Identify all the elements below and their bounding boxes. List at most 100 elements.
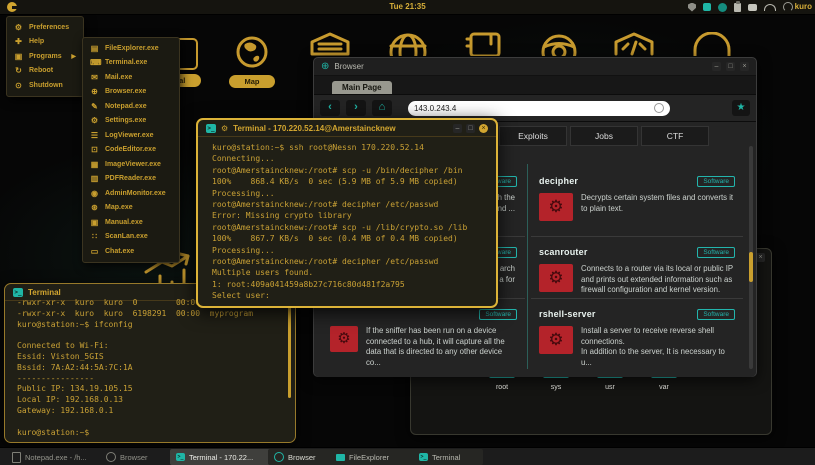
browser-tab-mainpage[interactable]: Main Page (332, 81, 392, 94)
submenu-arrow-icon: ▶ (71, 53, 76, 60)
software-badge: Software (697, 175, 735, 187)
scanlan-icon: ∷ (91, 232, 98, 242)
menu-item-help[interactable]: ✚ Help (7, 35, 83, 50)
username[interactable]: kuro (795, 2, 812, 11)
headset-icon[interactable] (783, 2, 793, 12)
close-button[interactable]: × (740, 62, 749, 71)
submenu-item-chat[interactable]: ▭ Chat.exe (83, 244, 179, 259)
app-circle-icon[interactable] (718, 2, 727, 12)
taskbar-label: Browser (120, 452, 148, 462)
submenu-item-adminmonitor[interactable]: ◉ AdminMonitor.exe (83, 186, 179, 201)
submenu-item-scanlan[interactable]: ∷ ScanLan.exe (83, 230, 179, 245)
adminmonitor-icon: ◉ (91, 188, 98, 198)
home-button[interactable]: ⌂ (372, 100, 392, 116)
software-card-scanrouter[interactable]: scanrouter Software ⚙ Connects to a rout… (531, 236, 743, 298)
taskbar-item-terminal-2[interactable]: >_ Terminal (413, 449, 483, 465)
desktop: >_ Terminal Map ks.exe (0, 0, 815, 465)
submenu-item-mail[interactable]: ✉ Mail.exe (83, 70, 179, 85)
codeeditor-icon: ⊡ (91, 145, 98, 155)
gear-icon: ⚙ (14, 22, 23, 32)
terminal-small-output[interactable]: -rwxr-xr-x kuro kuro 0 00:00 -rwxr-xr-x … (17, 298, 283, 438)
software-title: decipher (539, 176, 579, 186)
software-gear-icon: ⚙ (539, 326, 573, 354)
back-button[interactable]: ‹ (320, 100, 340, 116)
wifi-icon[interactable] (764, 3, 776, 11)
mail-icon: ✉ (91, 72, 98, 82)
software-description: Connects to a router via its local or pu… (581, 264, 734, 294)
terminal-window-main[interactable]: >_ ⚙ Terminal - 170.220.52.14@Amerstainc… (196, 118, 498, 308)
taskbar-item-notepad[interactable]: Notepad.exe - /h... (6, 449, 104, 465)
taskbar-item-terminal-main[interactable]: >_ Terminal - 170.22... (170, 449, 274, 465)
top-bar: Tue 21:35 kuro (0, 0, 815, 15)
submenu-item-notepad[interactable]: ✎ Notepad.exe (83, 99, 179, 114)
window-title: Terminal (28, 287, 61, 297)
site-tab-ctf[interactable]: CTF (641, 126, 709, 146)
terminal-main-titlebar[interactable]: >_ ⚙ Terminal - 170.220.52.14@Amerstainc… (198, 120, 496, 137)
submenu-item-pdfreader[interactable]: ▥ PDFReader.exe (83, 172, 179, 187)
minimize-button[interactable]: – (453, 123, 462, 133)
menu-item-programs[interactable]: ▣ Programs ▶ (7, 49, 83, 64)
browser-scrollbar-thumb[interactable] (749, 252, 753, 282)
window-title: Terminal - 170.220.52.14@Amerstaincknew (233, 123, 396, 133)
submenu-label: CodeEditor.exe (105, 146, 156, 154)
terminal-icon: >_ (206, 123, 216, 133)
settings-icon: ⚙ (90, 116, 99, 126)
submenu-item-map[interactable]: ⊛ Map.exe (83, 201, 179, 216)
submenu-item-browser[interactable]: ⊕ Browser.exe (83, 85, 179, 100)
submenu-item-manual[interactable]: ▣ Manual.exe (83, 215, 179, 230)
minimize-button[interactable]: – (712, 62, 721, 71)
url-bar[interactable]: 143.0.243.4 (408, 100, 670, 116)
menu-label: Help (29, 38, 45, 46)
imageviewer-icon: ▦ (90, 159, 99, 169)
software-card-decipher[interactable]: decipher Software ⚙ Decrypts certain sys… (531, 166, 743, 236)
menu-item-preferences[interactable]: ⚙ Preferences (7, 20, 83, 35)
submenu-label: Notepad.exe (105, 102, 147, 110)
folder-icon (336, 453, 345, 461)
submenu-label: ImageViewer.exe (105, 160, 161, 168)
bookmark-star-button[interactable]: ★ (732, 100, 750, 116)
clipboard-icon[interactable] (734, 1, 741, 12)
submenu-item-fileexplorer[interactable]: ▤ FileExplorer.exe (83, 41, 179, 56)
software-card-rshell-server[interactable]: rshell-server Software ⚙ Install a serve… (531, 298, 743, 367)
close-button[interactable]: × (479, 123, 488, 133)
desktop-icon-map[interactable]: Map (229, 36, 275, 88)
browser-globe-icon: ⊕ (321, 61, 330, 72)
maximize-button[interactable]: □ (726, 62, 735, 71)
software-badge: Software (697, 246, 735, 258)
chat-bubble-icon[interactable] (748, 3, 757, 11)
desktop-context-menu: ⚙ Preferences ✚ Help ▣ Programs ▶ ↻ Rebo… (6, 16, 84, 97)
taskbar-item-fileexplorer[interactable]: FileExplorer (330, 449, 418, 465)
submenu-item-settings[interactable]: ⚙ Settings.exe (83, 114, 179, 129)
helmet-icon (541, 34, 577, 70)
taskbar-item-browser-2[interactable]: Browser (268, 449, 336, 465)
submenu-item-logviewer[interactable]: ☰ LogViewer.exe (83, 128, 179, 143)
submenu-label: FileExplorer.exe (105, 44, 159, 52)
mail-icon (310, 32, 350, 56)
site-tab-exploits[interactable]: Exploits (499, 126, 567, 146)
maximize-button[interactable]: □ (466, 123, 475, 133)
terminal-icon: ⌨ (90, 58, 102, 68)
browser-titlebar[interactable]: ⊕ Browser – □ × (314, 58, 756, 76)
logviewer-icon: ☰ (90, 130, 99, 140)
site-tab-jobs[interactable]: Jobs (570, 126, 638, 146)
app-square-icon[interactable] (703, 3, 711, 11)
url-text[interactable]: 143.0.243.4 (414, 104, 650, 113)
folder-label: usr (605, 384, 615, 391)
submenu-item-imageviewer[interactable]: ▦ ImageViewer.exe (83, 157, 179, 172)
submenu-item-terminal[interactable]: ⌨ Terminal.exe (83, 56, 179, 71)
terminal-small-scrollbar[interactable] (288, 306, 291, 398)
taskbar: Notepad.exe - /h... Browser >_ Terminal … (0, 447, 815, 465)
close-button[interactable]: × (756, 253, 765, 262)
menu-item-shutdown[interactable]: ⊙ Shutdown (7, 78, 83, 93)
submenu-label: Settings.exe (105, 117, 147, 125)
menu-item-reboot[interactable]: ↻ Reboot (7, 64, 83, 79)
forward-button[interactable]: › (346, 100, 366, 116)
browser-tabstrip: Main Page (314, 76, 756, 95)
software-description: Install a server to receive reverse shel… (581, 326, 725, 367)
terminal-main-output[interactable]: kuro@station:~$ ssh root@Nessn 170.220.5… (212, 142, 488, 302)
submenu-item-codeeditor[interactable]: ⊡ CodeEditor.exe (83, 143, 179, 158)
reload-icon[interactable] (654, 103, 664, 113)
taskbar-item-browser-1[interactable]: Browser (100, 449, 174, 465)
software-title: scanrouter (539, 247, 588, 257)
shield-icon[interactable] (688, 2, 696, 12)
